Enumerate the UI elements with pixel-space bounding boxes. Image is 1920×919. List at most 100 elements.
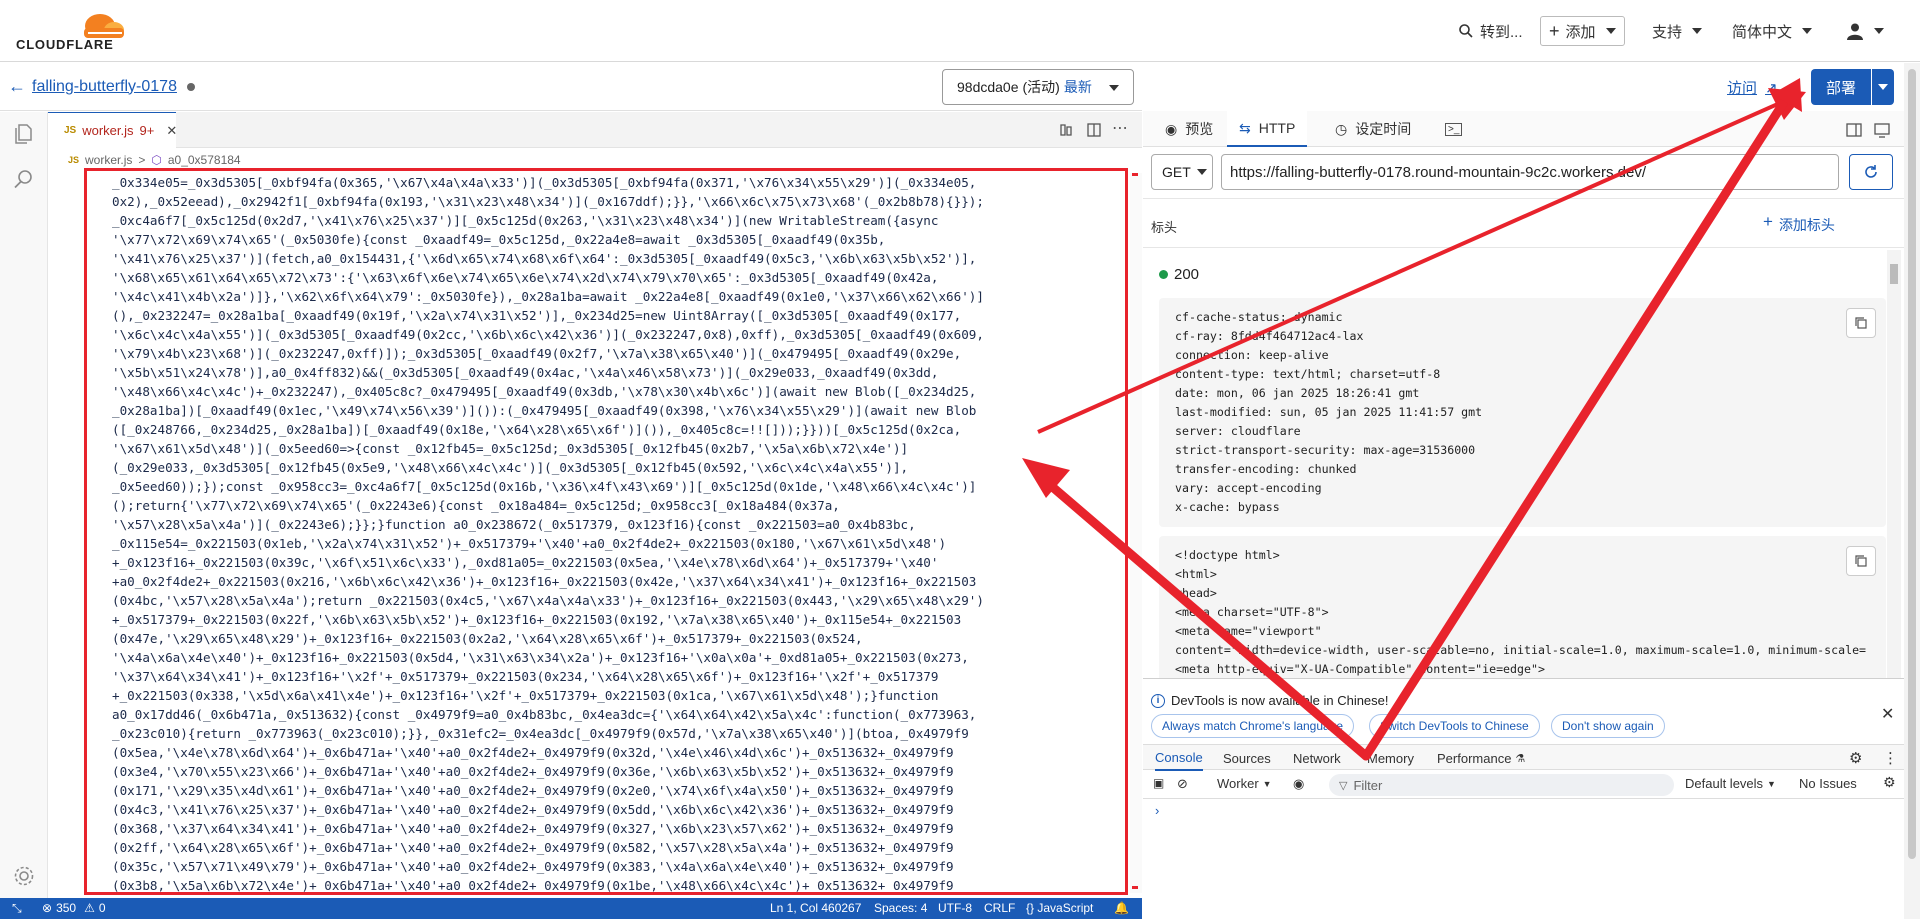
- code-line[interactable]: +_0x123f16+_0x221503(0x39c,'\x6f\x51\x6c…: [112, 553, 1122, 572]
- code-line[interactable]: (0x5ea,'\x4e\x78\x6d\x64')+_0x6b471a+'\x…: [112, 743, 1122, 762]
- tab-console[interactable]: Console: [1155, 745, 1203, 771]
- code-line[interactable]: ();return{'\x77\x72\x69\x74\x65'(_0x2243…: [112, 496, 1122, 515]
- code-line[interactable]: (0x171,'\x29\x35\x4d\x61')+_0x6b471a+'\x…: [112, 781, 1122, 800]
- goto-button[interactable]: 转到...: [1458, 18, 1523, 44]
- code-line[interactable]: '\x41\x76\x25\x37')](fetch,a0_0x154431,{…: [112, 249, 1122, 268]
- code-editor[interactable]: _0x334e05=_0x3d5305[_0xbf94fa(0x365,'\x6…: [112, 173, 1122, 893]
- context-select[interactable]: Worker ▼: [1217, 776, 1272, 791]
- close-icon[interactable]: ✕: [166, 123, 177, 139]
- encoding[interactable]: UTF-8: [938, 901, 972, 915]
- code-line[interactable]: (0x4c3,'\x41\x76\x25\x37')+_0x6b471a+'\x…: [112, 800, 1122, 819]
- tab-preview[interactable]: ◉ 预览: [1153, 111, 1225, 147]
- compare-changes-icon[interactable]: [1058, 122, 1074, 138]
- tab-http[interactable]: ⇆ HTTP: [1227, 111, 1308, 147]
- editor-scrollbar[interactable]: [1130, 173, 1142, 893]
- problems-indicator[interactable]: ⊗ 350 ⚠ 0: [42, 901, 106, 915]
- indentation[interactable]: Spaces: 4: [874, 901, 927, 915]
- code-line[interactable]: '\x79\x4b\x23\x68')](_0x232247,0xff)]);_…: [112, 344, 1122, 363]
- sidebar-toggle-icon[interactable]: ▣: [1153, 776, 1164, 790]
- split-editor-icon[interactable]: [1086, 122, 1102, 138]
- code-line[interactable]: +_0x221503(0x338,'\x5d\x6a\x41\x4e')+_0x…: [112, 686, 1122, 705]
- devtools-settings-gear-icon[interactable]: ⚙: [1849, 745, 1862, 771]
- layout-panel-icon[interactable]: [1845, 121, 1863, 139]
- code-line[interactable]: (0x2ff,'\x64\x28\x65\x6f')+_0x6b471a+'\x…: [112, 838, 1122, 857]
- devtools-toggle-icon[interactable]: [1873, 121, 1891, 139]
- deploy-button[interactable]: 部署: [1811, 69, 1871, 105]
- cursor-position[interactable]: Ln 1, Col 460267: [770, 901, 861, 915]
- issues-count[interactable]: No Issues: [1799, 776, 1857, 791]
- add-button[interactable]: + 添加: [1540, 16, 1625, 46]
- code-line[interactable]: _0x5eed60));});const _0x958cc3=_0xc4a6f7…: [112, 477, 1122, 496]
- code-line[interactable]: '\x67\x61\x5d\x48')](_0x5eed60=>{const _…: [112, 439, 1122, 458]
- breadcrumb-file[interactable]: worker.js: [85, 153, 132, 167]
- tab-schedule[interactable]: ◷ 设定时间: [1323, 111, 1423, 147]
- version-select[interactable]: 98dcda0e (活动) 最新: [942, 69, 1134, 105]
- match-language-button[interactable]: Always match Chrome's language: [1151, 714, 1355, 738]
- close-icon[interactable]: ✕: [1881, 704, 1894, 724]
- code-line[interactable]: _0x28a1ba])[_0xaadf49(0x1ec,'\x49\x74\x5…: [112, 401, 1122, 420]
- code-line[interactable]: (_0x29e033,_0x3d5305[_0x12fb45(0x5e9,'\x…: [112, 458, 1122, 477]
- visit-link[interactable]: 访问 ↗: [1727, 77, 1778, 98]
- code-line[interactable]: (0x47e,'\x29\x65\x48\x29')+_0x123f16+_0x…: [112, 629, 1122, 648]
- settings-gear-icon[interactable]: [12, 864, 36, 888]
- switch-language-button[interactable]: Switch DevTools to Chinese: [1369, 714, 1540, 738]
- code-line[interactable]: (0x3b8,'\x5a\x6b\x72\x4e')+_0x6b471a+'\x…: [112, 876, 1122, 893]
- log-levels-select[interactable]: Default levels ▼: [1685, 776, 1776, 791]
- code-line[interactable]: a0_0x17dd46(_0x6b471a,_0x513632){const _…: [112, 705, 1122, 724]
- code-line[interactable]: (0x4bc,'\x57\x28\x5a\x4a');return _0x221…: [112, 591, 1122, 610]
- live-expression-eye-icon[interactable]: ◉: [1293, 776, 1304, 792]
- code-line[interactable]: '\x6c\x4c\x4a\x55')](_0x3d5305[_0xaadf49…: [112, 325, 1122, 344]
- add-header-button[interactable]: + 添加标头: [1763, 213, 1835, 235]
- breadcrumb-symbol[interactable]: a0_0x578184: [168, 153, 241, 167]
- code-line[interactable]: _0x115e54=_0x221503(0x1eb,'\x2a\x74\x31\…: [112, 534, 1122, 553]
- language-mode[interactable]: {} JavaScript: [1026, 901, 1093, 915]
- code-line[interactable]: '\x68\x65\x61\x64\x65\x72\x73':{'\x63\x6…: [112, 268, 1122, 287]
- language-menu[interactable]: 简体中文: [1732, 18, 1813, 44]
- console-filter-input[interactable]: ▽ Filter: [1329, 774, 1674, 796]
- console-settings-gear-icon[interactable]: ⚙: [1883, 774, 1896, 791]
- scroll-thumb[interactable]: [1908, 69, 1916, 859]
- code-line[interactable]: _0x334e05=_0x3d5305[_0xbf94fa(0x365,'\x6…: [112, 173, 1122, 192]
- notifications-bell-icon[interactable]: 🔔: [1114, 901, 1129, 915]
- scroll-thumb[interactable]: [1890, 264, 1898, 284]
- explorer-files-icon[interactable]: [12, 122, 36, 146]
- tab-network[interactable]: Network: [1293, 745, 1341, 771]
- code-line[interactable]: '\x77\x72\x69\x74\x65'(_0x5030fe){const …: [112, 230, 1122, 249]
- code-line[interactable]: 0x2),_0x52eead),_0x2942f1[_0xbf94fa(0x19…: [112, 192, 1122, 211]
- code-line[interactable]: (0x368,'\x37\x64\x34\x41')+_0x6b471a+'\x…: [112, 819, 1122, 838]
- response-scrollbar[interactable]: [1887, 250, 1901, 678]
- code-line[interactable]: (0x35c,'\x57\x71\x49\x79')+_0x6b471a+'\x…: [112, 857, 1122, 876]
- http-method-select[interactable]: GET: [1151, 154, 1213, 190]
- code-line[interactable]: '\x4a\x6a\x4e\x40')+_0x123f16+_0x221503(…: [112, 648, 1122, 667]
- line-ending[interactable]: CRLF: [984, 901, 1015, 915]
- more-actions-icon[interactable]: ⋯: [1112, 118, 1128, 137]
- copy-headers-button[interactable]: [1846, 308, 1876, 338]
- code-line[interactable]: +_0x517379+_0x221503(0x22f,'\x6b\x63\x5b…: [112, 610, 1122, 629]
- search-icon[interactable]: [12, 167, 36, 191]
- url-input[interactable]: [1221, 154, 1839, 190]
- support-menu[interactable]: 支持: [1652, 18, 1703, 44]
- code-line[interactable]: '\x48\x66\x4c\x4c')+_0x232247),_0x405c8c…: [112, 382, 1122, 401]
- code-line[interactable]: '\x4c\x41\x4b\x2a')]},'\x62\x6f\x64\x79'…: [112, 287, 1122, 306]
- console-prompt[interactable]: ›: [1155, 803, 1159, 818]
- tab-sources[interactable]: Sources: [1223, 745, 1271, 771]
- copy-body-button[interactable]: [1846, 546, 1876, 576]
- code-line[interactable]: '\x57\x28\x5a\x4a')](_0x2243e6);}};}func…: [112, 515, 1122, 534]
- code-line[interactable]: _0xc4a6f7[_0x5c125d(0x2d7,'\x41\x76\x25\…: [112, 211, 1122, 230]
- code-line[interactable]: +a0_0x2f4de2+_0x221503(0x216,'\x6b\x6c\x…: [112, 572, 1122, 591]
- tab-memory[interactable]: Memory: [1367, 745, 1414, 771]
- code-line[interactable]: (0x3e4,'\x70\x55\x23\x66')+_0x6b471a+'\x…: [112, 762, 1122, 781]
- code-line[interactable]: ([_0x248766,_0x234d25,_0x28a1ba])[_0xaad…: [112, 420, 1122, 439]
- page-scrollbar[interactable]: [1904, 63, 1920, 919]
- remote-icon[interactable]: ⤡: [12, 901, 22, 916]
- code-line[interactable]: (),_0x232247=_0x28a1ba[_0xaadf49(0x19f,'…: [112, 306, 1122, 325]
- dont-show-again-button[interactable]: Don't show again: [1551, 714, 1665, 738]
- code-line[interactable]: '\x5b\x51\x24\x78')],a0_0x4ff832)&&(_0x3…: [112, 363, 1122, 382]
- send-request-button[interactable]: [1849, 154, 1893, 190]
- user-menu[interactable]: [1846, 18, 1884, 44]
- tab-performance[interactable]: Performance ⚗: [1437, 745, 1525, 771]
- tab-terminal[interactable]: >_: [1433, 111, 1474, 147]
- back-to-worker-link[interactable]: ← falling-butterfly-0178: [8, 76, 195, 97]
- code-line[interactable]: '\x37\x64\x34\x41')+_0x123f16+'\x2f'+_0x…: [112, 667, 1122, 686]
- more-options-icon[interactable]: ⋮: [1883, 745, 1898, 771]
